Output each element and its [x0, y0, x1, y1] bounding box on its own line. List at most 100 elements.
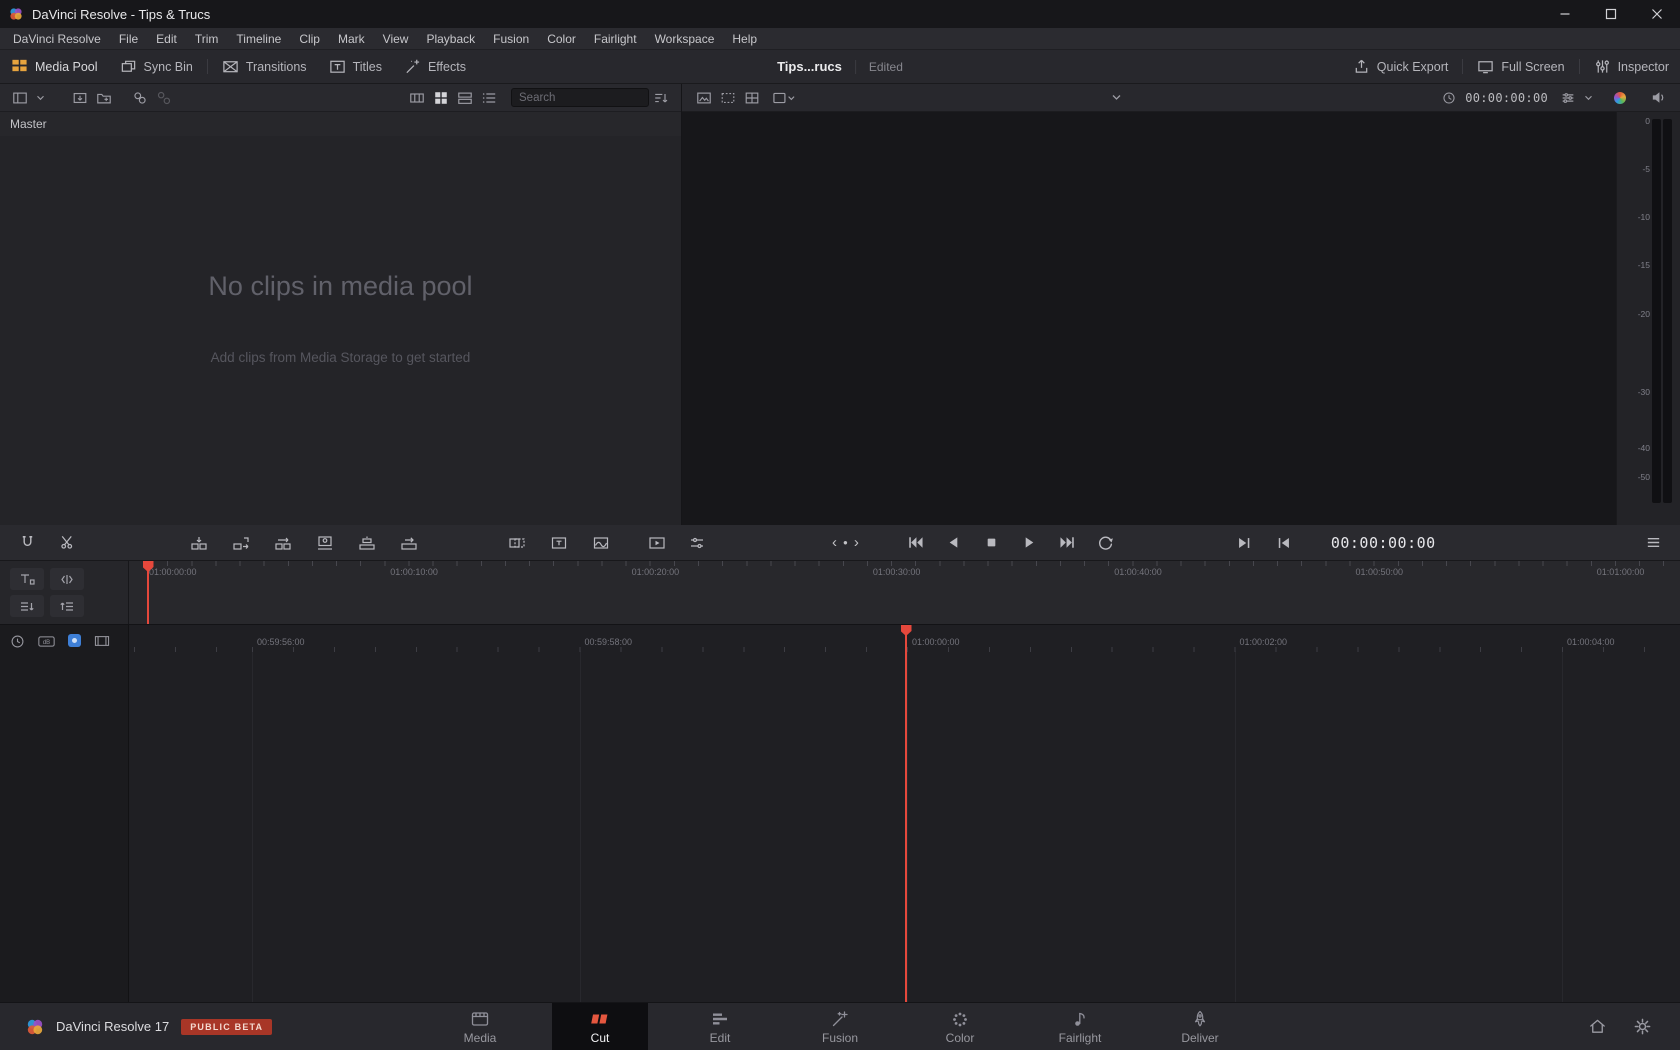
track-move-button[interactable]	[50, 595, 84, 617]
close-up-button[interactable]	[312, 530, 338, 556]
step-forward-icon[interactable]: ›	[854, 535, 859, 550]
audio-meter-toggle-icon[interactable]: dB	[38, 634, 55, 649]
transitions-button[interactable]: Transitions	[211, 50, 318, 83]
thumbnail-view-button[interactable]	[429, 86, 453, 110]
timeline-selector-dropdown[interactable]	[796, 84, 1437, 111]
track-insert-button[interactable]	[10, 595, 44, 617]
smart-insert-button[interactable]	[186, 530, 212, 556]
maximize-button[interactable]	[1588, 0, 1634, 28]
play-to-out-button[interactable]	[1231, 530, 1257, 556]
step-controls: ‹ ● ›	[832, 535, 859, 550]
viewer-options-dropdown[interactable]	[1576, 86, 1600, 110]
search-input[interactable]	[511, 88, 649, 107]
stop-button[interactable]	[979, 530, 1005, 556]
append-clip-button[interactable]	[228, 530, 254, 556]
upper-ruler-labels: 01:00:00:0001:00:10:0001:00:20:0001:00:3…	[129, 561, 1680, 624]
close-button[interactable]	[1634, 0, 1680, 28]
timeline-playhead[interactable]	[905, 625, 907, 1002]
menu-item[interactable]: Edit	[147, 32, 186, 46]
bin-header[interactable]: Master	[0, 112, 681, 136]
trim-tool-button[interactable]	[10, 568, 44, 590]
viewer-screen[interactable]	[682, 112, 1616, 525]
import-media-button[interactable]	[68, 86, 92, 110]
safe-area-button[interactable]	[716, 86, 740, 110]
full-screen-button[interactable]: Full Screen	[1466, 50, 1575, 83]
menu-item[interactable]: DaVinci Resolve	[4, 32, 110, 46]
sync-bin-button[interactable]: Sync Bin	[109, 50, 204, 83]
menu-item[interactable]: Workspace	[646, 32, 724, 46]
menu-item[interactable]: Help	[723, 32, 766, 46]
menu-item[interactable]: Playback	[417, 32, 484, 46]
page-tab-edit[interactable]: Edit	[672, 1003, 768, 1050]
scopes-button[interactable]	[1608, 86, 1632, 110]
goto-start-button[interactable]	[903, 530, 929, 556]
strip-view-button[interactable]	[453, 86, 477, 110]
menu-item[interactable]: Timeline	[227, 32, 290, 46]
page-tab-deliver[interactable]: Deliver	[1152, 1003, 1248, 1050]
effects-button[interactable]: Effects	[393, 50, 477, 83]
multicam-view-button[interactable]	[740, 86, 764, 110]
lower-timeline-ruler[interactable]: 00:59:56:0000:59:58:0001:00:00:0001:00:0…	[129, 625, 1680, 1002]
viewer-timecode[interactable]: 00:00:00:00	[1465, 91, 1548, 105]
loop-button[interactable]	[1093, 530, 1119, 556]
new-bin-button[interactable]	[92, 86, 116, 110]
list-view-button[interactable]	[477, 86, 501, 110]
step-backward-icon[interactable]: ‹	[832, 535, 837, 550]
menu-item[interactable]: File	[110, 32, 147, 46]
menu-item[interactable]: Clip	[290, 32, 329, 46]
project-manager-home-icon[interactable]	[1588, 1017, 1607, 1036]
menu-item[interactable]: Color	[538, 32, 585, 46]
clock-tool-icon[interactable]	[10, 634, 25, 649]
playhead-dot-icon[interactable]: ●	[843, 539, 848, 547]
inspector-button[interactable]: Inspector	[1583, 50, 1680, 83]
audio-monitor-button[interactable]	[1646, 86, 1670, 110]
settings-gear-icon[interactable]	[1633, 1017, 1652, 1036]
source-tape-button[interactable]	[644, 530, 670, 556]
source-overwrite-button[interactable]	[396, 530, 422, 556]
link-clips-button[interactable]	[128, 86, 152, 110]
page-tab-cut[interactable]: Cut	[552, 1003, 648, 1050]
filmstrip-tool-icon[interactable]	[94, 634, 110, 648]
transition-tool-button[interactable]	[504, 530, 530, 556]
goto-end-button[interactable]	[1055, 530, 1081, 556]
duration-clock-button[interactable]	[1437, 86, 1461, 110]
upper-timeline-ruler[interactable]: 01:00:00:0001:00:10:0001:00:20:0001:00:3…	[129, 561, 1680, 624]
media-pool-button[interactable]: Media Pool	[0, 50, 109, 83]
menu-item[interactable]: Fusion	[484, 32, 538, 46]
ripple-overwrite-button[interactable]	[270, 530, 296, 556]
empty-state-title: No clips in media pool	[208, 271, 472, 302]
menu-item[interactable]: Mark	[329, 32, 374, 46]
upper-playhead[interactable]	[147, 561, 149, 624]
playback-settings-button[interactable]	[684, 530, 710, 556]
filmstrip-view-button[interactable]	[405, 86, 429, 110]
quick-export-button[interactable]: Quick Export	[1342, 50, 1460, 83]
bin-list-dropdown[interactable]	[28, 86, 52, 110]
timeline-options-button[interactable]	[1640, 530, 1666, 556]
transport-timecode[interactable]: 00:00:00:00	[1331, 534, 1436, 552]
page-tab-color[interactable]: Color	[912, 1003, 1008, 1050]
title-tool-button[interactable]	[546, 530, 572, 556]
goto-in-button[interactable]	[1271, 530, 1297, 556]
razor-button[interactable]	[54, 530, 80, 556]
minimize-button[interactable]	[1542, 0, 1588, 28]
edit-point-tool-button[interactable]	[50, 568, 84, 590]
menu-item[interactable]: View	[374, 32, 418, 46]
titles-button[interactable]: Titles	[318, 50, 393, 83]
fit-view-button[interactable]	[692, 86, 716, 110]
effects-tool-button[interactable]	[588, 530, 614, 556]
play-reverse-button[interactable]	[941, 530, 967, 556]
menu-item[interactable]: Fairlight	[585, 32, 646, 46]
sync-indicator-icon[interactable]	[68, 634, 81, 647]
unlink-clips-button[interactable]	[152, 86, 176, 110]
page-tab-fusion[interactable]: Fusion	[792, 1003, 888, 1050]
sort-button[interactable]	[649, 86, 673, 110]
snapping-button[interactable]	[14, 530, 40, 556]
page-navigation-bar: DaVinci Resolve 17 PUBLIC BETA Media Cut	[0, 1002, 1680, 1050]
viewer-zoom-dropdown[interactable]	[772, 86, 796, 110]
place-on-top-button[interactable]	[354, 530, 380, 556]
page-tab-media[interactable]: Media	[432, 1003, 528, 1050]
page-tab-fairlight[interactable]: Fairlight	[1032, 1003, 1128, 1050]
app-version-label: DaVinci Resolve 17	[56, 1019, 169, 1034]
menu-item[interactable]: Trim	[186, 32, 228, 46]
play-button[interactable]	[1017, 530, 1043, 556]
